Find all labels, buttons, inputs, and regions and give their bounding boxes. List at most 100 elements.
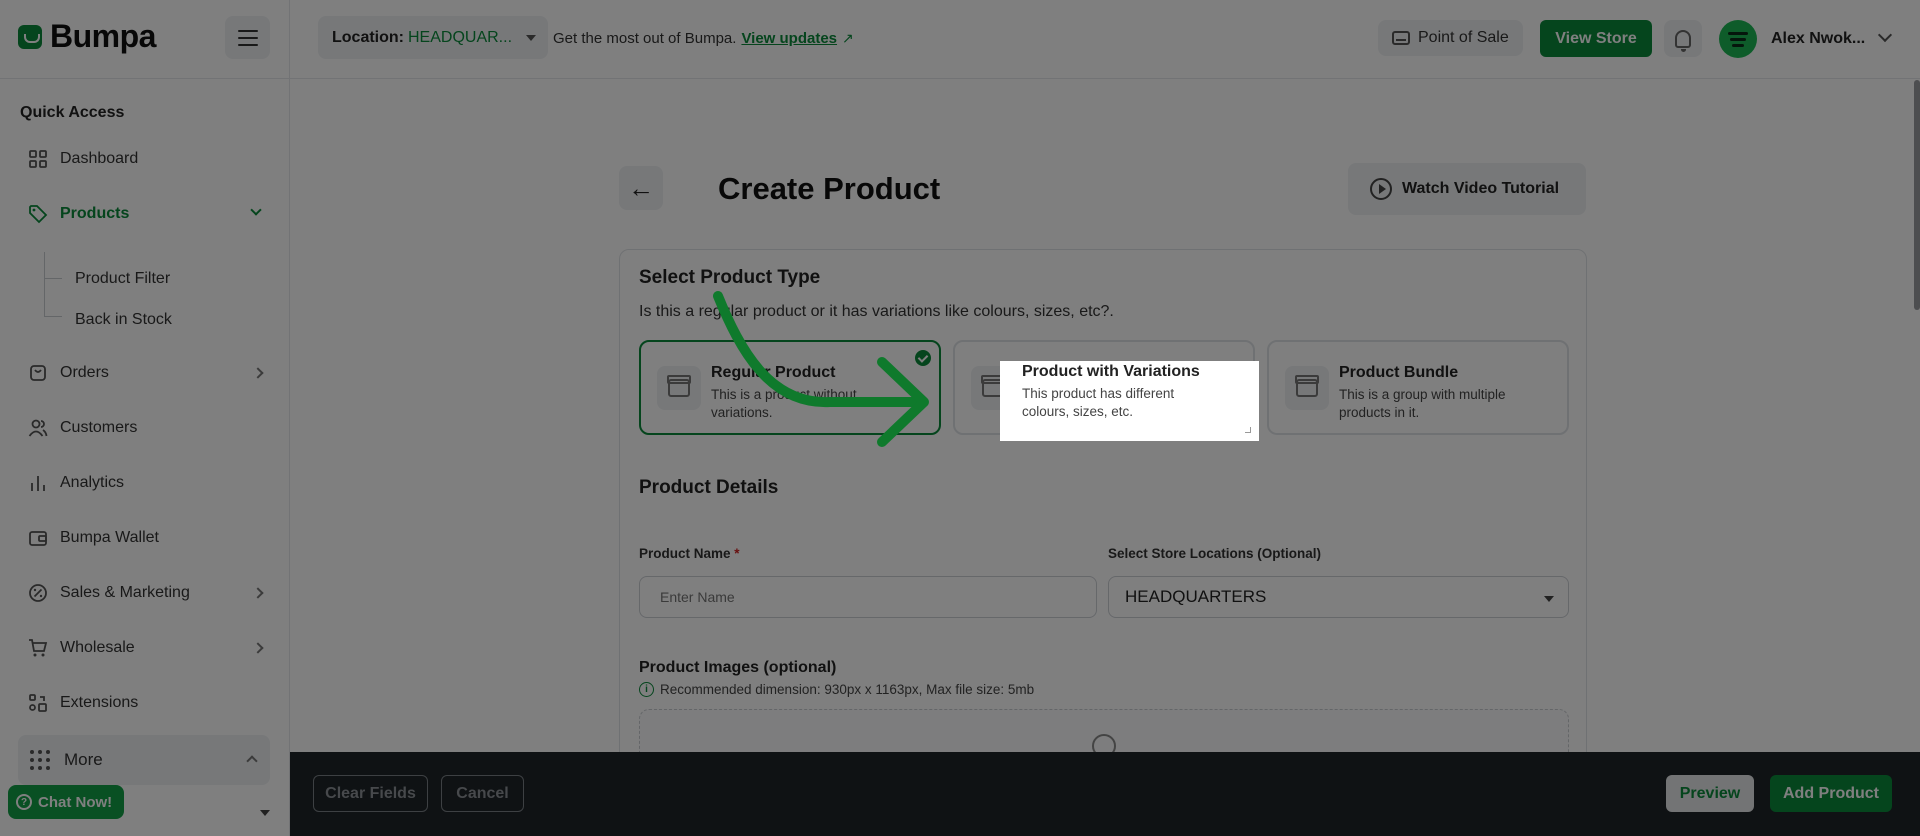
product-name-label: Product Name *: [639, 546, 740, 561]
bag-icon: [28, 363, 48, 383]
bell-icon: [1675, 29, 1691, 52]
sidebar: Quick Access Dashboard Products Product …: [0, 80, 289, 836]
info-icon: i: [639, 682, 654, 697]
sidebar-item-sales-marketing[interactable]: Sales & Marketing: [28, 573, 268, 613]
user-name[interactable]: Alex Nwok...: [1771, 30, 1865, 48]
tag-icon: [28, 204, 48, 224]
chevron-down-icon: [250, 204, 262, 216]
type-title: Product Bundle: [1339, 364, 1459, 381]
highlight-title: Product with Variations: [1022, 363, 1200, 380]
view-updates-link[interactable]: View updates: [741, 30, 837, 47]
sidebar-item-label: Sales & Marketing: [60, 584, 190, 601]
chat-label: Chat Now!: [38, 793, 113, 811]
view-store-button[interactable]: View Store: [1540, 20, 1652, 57]
watch-video-tutorial-button[interactable]: Watch Video Tutorial: [1348, 163, 1586, 215]
chevron-right-icon: [252, 367, 264, 379]
sidebar-item-label: Dashboard: [60, 150, 139, 167]
sidebar-item-label: Bumpa Wallet: [60, 529, 159, 546]
type-desc: This is a group with multiple products i…: [1339, 387, 1506, 420]
caret-down-icon[interactable]: [260, 810, 270, 816]
tree-tick: [44, 316, 62, 317]
pos-label: Point of Sale: [1418, 29, 1509, 46]
quick-access-title: Quick Access: [20, 104, 125, 121]
extensions-icon: [28, 693, 48, 713]
product-type-title: Select Product Type: [639, 267, 821, 288]
users-icon: [28, 418, 48, 438]
product-details-title: Product Details: [639, 477, 779, 498]
clear-fields-button[interactable]: Clear Fields: [313, 775, 428, 812]
sidebar-more-toggle[interactable]: More: [18, 735, 270, 785]
wallet-icon: [28, 528, 48, 548]
sidebar-divider: [289, 0, 290, 836]
external-arrow-icon: ↗: [842, 30, 854, 46]
guide-arrow-icon: [713, 291, 929, 447]
sidebar-item-label: Customers: [60, 419, 138, 436]
sidebar-item-orders[interactable]: Orders: [28, 353, 268, 393]
highlighted-variations-option[interactable]: Product with Variations This product has…: [1000, 361, 1259, 441]
chevron-down-icon[interactable]: [1877, 27, 1893, 43]
pos-icon: [1392, 31, 1410, 45]
sidebar-subitem-back-in-stock[interactable]: Back in Stock: [75, 311, 172, 329]
location-label: Location:: [332, 28, 404, 46]
product-images-title: Product Images (optional): [639, 659, 837, 676]
sidebar-item-customers[interactable]: Customers: [28, 408, 268, 448]
arrow-left-icon: ←: [628, 172, 654, 203]
page-scrollbar[interactable]: [1914, 80, 1920, 310]
bumpa-logo-icon: [18, 24, 42, 49]
video-label: Watch Video Tutorial: [1402, 180, 1560, 197]
product-name-input[interactable]: [639, 576, 1097, 618]
sidebar-item-wholesale[interactable]: Wholesale: [28, 628, 268, 668]
promo-text: Get the most out of Bumpa.: [553, 30, 737, 47]
sidebar-item-label: Wholesale: [60, 639, 135, 656]
store-locations-select[interactable]: HEADQUARTERS: [1108, 576, 1569, 618]
caret-down-icon: [1544, 596, 1554, 602]
box-plus-icon: [1285, 366, 1329, 410]
grid-icon: [28, 149, 48, 169]
product-type-bundle[interactable]: Product Bundle This is a group with mult…: [1267, 340, 1569, 435]
sidebar-item-analytics[interactable]: Analytics: [28, 463, 268, 503]
sidebar-item-bumpa-wallet[interactable]: Bumpa Wallet: [28, 518, 268, 558]
percent-icon: [28, 583, 48, 603]
avatar[interactable]: [1719, 20, 1757, 58]
sidebar-subitem-product-filter[interactable]: Product Filter: [75, 270, 170, 288]
chevron-right-icon: [252, 642, 264, 654]
location-selector[interactable]: Location: HEADQUAR...: [318, 16, 549, 59]
sidebar-item-label: Extensions: [60, 694, 139, 711]
chevron-up-icon: [246, 755, 258, 767]
sidebar-item-label: Orders: [60, 364, 109, 381]
page-title: Create Product: [718, 171, 941, 206]
sidebar-item-label: Analytics: [60, 474, 125, 491]
more-label: More: [64, 750, 103, 769]
sidebar-item-extensions[interactable]: Extensions: [28, 683, 268, 723]
cancel-button[interactable]: Cancel: [441, 775, 524, 812]
tree-tick: [44, 278, 62, 279]
preview-button[interactable]: Preview: [1666, 775, 1754, 812]
location-value: HEADQUAR...: [408, 28, 513, 46]
highlight-desc: This product has different colours, size…: [1022, 386, 1175, 419]
archive-icon: [657, 366, 701, 410]
required-marker: *: [734, 546, 740, 561]
sidebar-item-dashboard[interactable]: Dashboard: [28, 139, 268, 179]
store-locations-value: HEADQUARTERS: [1125, 587, 1267, 606]
sidebar-item-products[interactable]: Products: [28, 194, 268, 234]
notifications-button[interactable]: [1664, 20, 1702, 57]
point-of-sale-button[interactable]: Point of Sale: [1378, 20, 1523, 56]
store-locations-label: Select Store Locations (Optional): [1108, 546, 1322, 561]
tree-line: [44, 252, 45, 317]
caret-down-icon: [526, 34, 537, 41]
add-product-button[interactable]: Add Product: [1770, 775, 1892, 812]
sidebar-item-label: Products: [60, 205, 130, 222]
resize-handle-icon: [1245, 427, 1251, 433]
promo-banner: Get the most out of Bumpa. View updates …: [553, 30, 854, 47]
bumpa-logo[interactable]: Bumpa: [18, 18, 156, 55]
cart-icon: [28, 638, 48, 658]
image-recommendation-note: i Recommended dimension: 930px x 1163px,…: [639, 682, 1034, 697]
top-bar: Bumpa Location: HEADQUAR... Get the most…: [0, 0, 1920, 79]
chart-icon: [28, 473, 48, 493]
dots-grid-icon: [30, 750, 50, 770]
back-button[interactable]: ←: [619, 166, 663, 210]
chat-now-button[interactable]: ? Chat Now!: [8, 785, 125, 819]
hamburger-menu-icon[interactable]: [225, 16, 270, 59]
help-icon: ?: [16, 794, 32, 810]
form-footer: Clear Fields Cancel Preview Add Product: [290, 752, 1920, 836]
